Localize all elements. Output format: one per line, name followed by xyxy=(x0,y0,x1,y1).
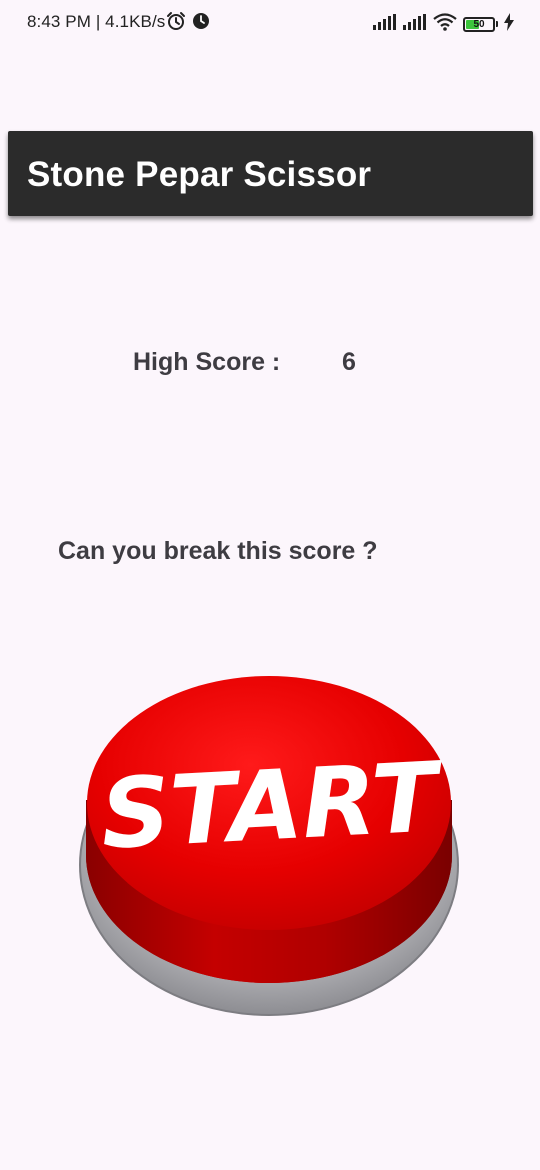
challenge-text: Can you break this score ? xyxy=(58,537,378,565)
battery-level: 50 xyxy=(473,18,485,30)
app-title: Stone Pepar Scissor xyxy=(27,155,372,194)
start-button[interactable]: START xyxy=(76,675,462,1020)
wifi-icon xyxy=(433,12,457,36)
status-time: 8:43 PM | 4.1KB/s xyxy=(27,12,166,31)
high-score-value: 6 xyxy=(342,348,356,376)
alarm-icon xyxy=(166,11,186,36)
status-icons-left xyxy=(166,11,210,36)
start-label[interactable]: START xyxy=(98,741,446,871)
signal-icon xyxy=(403,13,427,35)
signal-icon xyxy=(373,13,397,35)
high-score-label: High Score : xyxy=(133,348,281,376)
app-bar: Stone Pepar Scissor xyxy=(8,131,533,216)
clock-icon xyxy=(192,12,210,35)
battery-body: 50 xyxy=(463,16,495,32)
charging-icon xyxy=(504,12,514,36)
status-icons-right: 50 xyxy=(373,12,514,36)
battery-tip xyxy=(496,21,498,27)
status-bar: 8:43 PM | 4.1KB/s 50 xyxy=(0,0,540,46)
battery-icon: 50 xyxy=(463,16,498,32)
